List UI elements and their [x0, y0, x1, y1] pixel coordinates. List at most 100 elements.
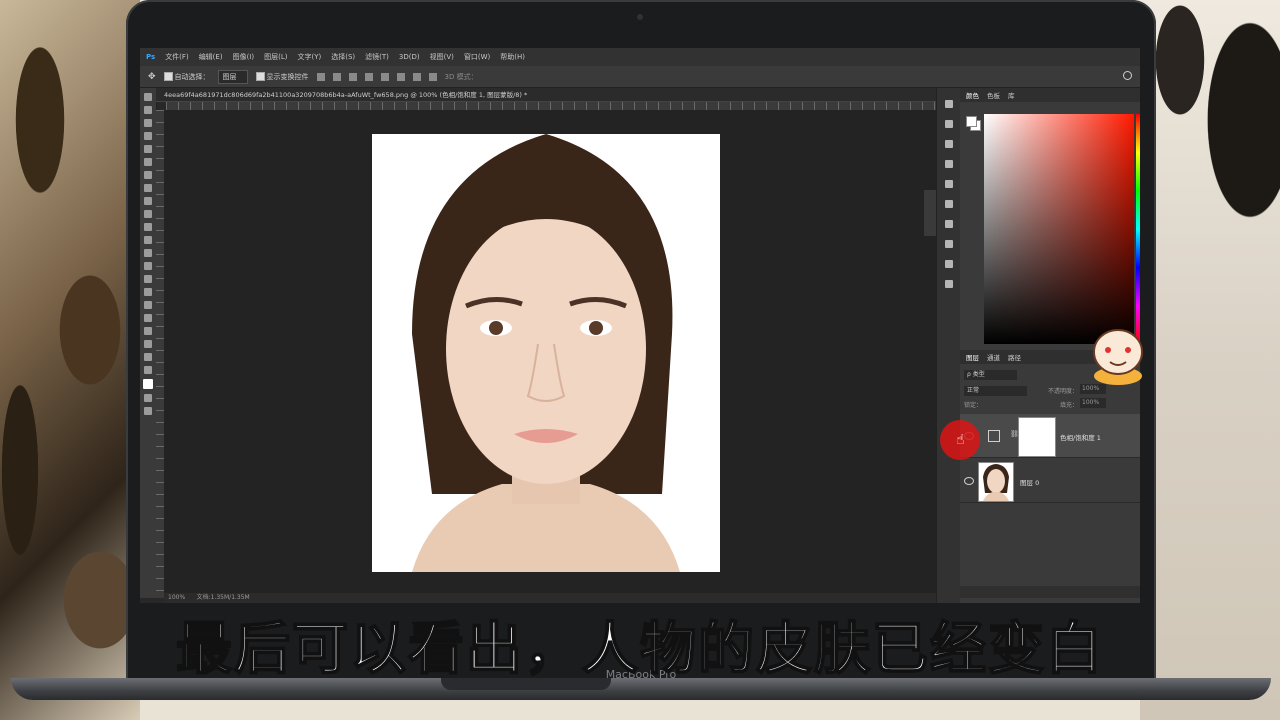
rectangle-tool-icon[interactable]: [144, 314, 152, 322]
align-center-icon[interactable]: [332, 72, 341, 81]
move-tool-icon[interactable]: ✥: [148, 72, 156, 82]
quick-select-tool-icon[interactable]: [144, 132, 152, 140]
layer-image-thumbnail[interactable]: [978, 462, 1014, 502]
laptop-frame: Ps 文件(F) 编辑(E) 图像(I) 图层(L) 文字(Y) 选择(S) 滤…: [11, 0, 1271, 700]
laptop-lid: Ps 文件(F) 编辑(E) 图像(I) 图层(L) 文字(Y) 选择(S) 滤…: [126, 0, 1156, 685]
show-transform-checkbox[interactable]: 显示变换控件: [255, 72, 309, 82]
fill-input[interactable]: 100%: [1080, 398, 1106, 408]
hue-slider[interactable]: [1136, 114, 1140, 344]
tab-color[interactable]: 颜色: [966, 90, 979, 100]
menu-item-file[interactable]: 文件(F): [165, 52, 189, 62]
blend-mode-dropdown[interactable]: 正常: [964, 386, 1027, 396]
zoom-level[interactable]: 100%: [168, 594, 185, 601]
healing-brush-icon[interactable]: [144, 171, 152, 179]
auto-select-checkbox[interactable]: 自动选择：: [163, 72, 210, 82]
blur-tool-icon[interactable]: [144, 249, 152, 257]
checkbox-icon: [163, 72, 173, 81]
menu-item-window[interactable]: 窗口(W): [464, 52, 490, 62]
actions-play-icon[interactable]: [945, 240, 953, 248]
align-right-icon[interactable]: [348, 72, 357, 81]
background-artwork-left: [0, 0, 140, 720]
marquee-tool-icon[interactable]: [144, 106, 152, 114]
menu-item-select[interactable]: 选择(S): [331, 52, 355, 62]
eraser-tool-icon[interactable]: [144, 223, 152, 231]
character-panel-icon[interactable]: [945, 260, 953, 268]
clone-stamp-icon[interactable]: [144, 197, 152, 205]
tab-channels[interactable]: 通道: [987, 352, 1000, 362]
tab-swatches[interactable]: 色板: [987, 90, 1000, 100]
history-panel-icon[interactable]: [945, 100, 953, 108]
portrait-image: [372, 134, 720, 572]
adjustment-layer-icon: [988, 430, 1000, 442]
document-canvas[interactable]: [372, 134, 720, 572]
navigator-icon[interactable]: [945, 220, 953, 228]
checkbox-icon: [255, 72, 265, 81]
clone-source-icon[interactable]: [945, 200, 953, 208]
tab-layers[interactable]: 图层: [966, 352, 979, 362]
layer-name[interactable]: 图层 0: [1020, 477, 1039, 487]
tab-paths[interactable]: 路径: [1008, 352, 1021, 362]
menu-item-layer[interactable]: 图层(L): [264, 52, 287, 62]
dodge-tool-icon[interactable]: [144, 262, 152, 270]
crop-tool-icon[interactable]: [144, 145, 152, 153]
layer-mask-thumbnail[interactable]: [1018, 417, 1056, 457]
menu-item-filter[interactable]: 滤镜(T): [365, 52, 389, 62]
align-top-icon[interactable]: [364, 72, 373, 81]
mode-3d-label: 3D 模式：: [444, 72, 478, 81]
auto-select-target-dropdown[interactable]: 图层: [217, 69, 248, 84]
menu-item-view[interactable]: 视图(V): [430, 52, 454, 62]
adjustments-panel-icon[interactable]: [945, 160, 953, 168]
menu-item-3d[interactable]: 3D(D): [399, 53, 420, 61]
align-middle-icon[interactable]: [380, 72, 389, 81]
lasso-tool-icon[interactable]: [144, 119, 152, 127]
thumbnail-portrait-image: [979, 463, 1013, 501]
layer-row-image[interactable]: 图层 0: [960, 459, 1140, 503]
document-tab[interactable]: 4eea69f4a681971dc806d69fa2b41100a3209708…: [156, 88, 936, 102]
eyedropper-tool-icon[interactable]: [144, 158, 152, 166]
color-panel-tabs: 颜色 色板 库: [960, 88, 1140, 102]
swap-colors-icon[interactable]: [144, 366, 152, 374]
auto-select-label: 自动选择：: [174, 72, 210, 81]
align-left-icon[interactable]: [316, 72, 325, 81]
ps-logo: Ps: [146, 53, 156, 61]
layer-name[interactable]: 色相/饱和度 1: [1060, 432, 1101, 442]
background-artwork-right: [1140, 0, 1280, 720]
search-icon[interactable]: [1123, 71, 1132, 80]
move-tool-icon[interactable]: [144, 93, 152, 101]
menu-item-image[interactable]: 图像(I): [233, 52, 255, 62]
quick-mask-icon[interactable]: [144, 394, 152, 402]
brush-settings-icon[interactable]: [945, 180, 953, 188]
photoshop-window: Ps 文件(F) 编辑(E) 图像(I) 图层(L) 文字(Y) 选择(S) 滤…: [140, 48, 1140, 603]
layers-panel-footer: [960, 586, 1140, 598]
visibility-eye-icon[interactable]: [964, 477, 974, 485]
layer-row-hue-saturation[interactable]: ⛓ 色相/饱和度 1: [960, 414, 1140, 458]
tools-panel: [140, 88, 157, 598]
gradient-tool-icon[interactable]: [144, 236, 152, 244]
show-transform-label: 显示变换控件: [266, 72, 309, 81]
glyphs-panel-icon[interactable]: [945, 280, 953, 288]
brush-tool-icon[interactable]: [144, 184, 152, 192]
more-tools-icon[interactable]: [144, 353, 152, 361]
menu-item-type[interactable]: 文字(Y): [297, 52, 321, 62]
foreground-color-swatch[interactable]: [966, 116, 977, 127]
history-brush-icon[interactable]: [144, 210, 152, 218]
hand-tool-icon[interactable]: [144, 327, 152, 335]
screen-mode-icon[interactable]: [144, 407, 152, 415]
webcam-icon: [637, 14, 643, 20]
zoom-tool-icon[interactable]: [144, 340, 152, 348]
distribute-icon[interactable]: [428, 72, 437, 81]
paragraph-panel-icon[interactable]: [945, 120, 953, 128]
menu-item-edit[interactable]: 编辑(E): [199, 52, 223, 62]
align-bottom-icon[interactable]: [396, 72, 405, 81]
tab-libraries[interactable]: 库: [1008, 90, 1015, 100]
layer-filter-dropdown[interactable]: ρ 类型: [964, 370, 1017, 380]
path-select-icon[interactable]: [144, 301, 152, 309]
menu-item-help[interactable]: 帮助(H): [500, 52, 525, 62]
pen-tool-icon[interactable]: [144, 275, 152, 283]
color-swatches-icon[interactable]: [143, 379, 153, 389]
menu-bar: Ps 文件(F) 编辑(E) 图像(I) 图层(L) 文字(Y) 选择(S) 滤…: [140, 48, 1140, 66]
distribute-icon[interactable]: [412, 72, 421, 81]
color-picker-field[interactable]: [984, 114, 1134, 344]
type-tool-icon[interactable]: [144, 288, 152, 296]
properties-panel-icon[interactable]: [945, 140, 953, 148]
